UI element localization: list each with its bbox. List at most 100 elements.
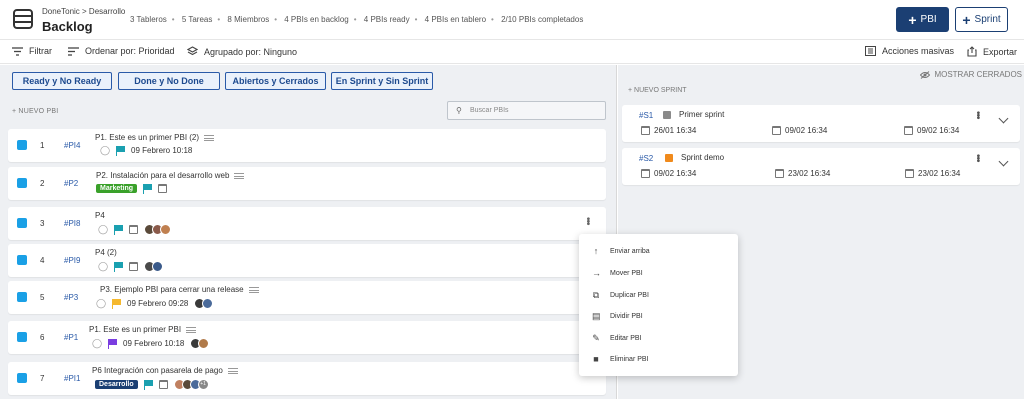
chevron-down-icon[interactable] bbox=[998, 156, 1009, 167]
menu-item-split[interactable]: ▤ Dividir PBI bbox=[592, 311, 643, 322]
tag-icon[interactable]: ◯ bbox=[98, 262, 108, 271]
pbi-title[interactable]: P1. Este es un primer PBI (2) bbox=[95, 133, 215, 142]
priority-flag-icon[interactable] bbox=[108, 339, 117, 349]
breadcrumb[interactable]: DoneTonic > Desarrollo bbox=[42, 7, 125, 16]
new-pbi-link[interactable]: + NUEVO PBI bbox=[12, 108, 58, 115]
export-button[interactable]: Exportar bbox=[967, 46, 1017, 57]
pbi-code[interactable]: #PI9 bbox=[64, 256, 80, 265]
calendar-icon[interactable] bbox=[129, 262, 138, 271]
pbi-row[interactable]: 1 #PI4 P1. Este es un primer PBI (2) ◯ 0… bbox=[8, 129, 606, 162]
sprint-card[interactable]: #S2 Sprint demo 09/02 16:34 23/02 16:34 … bbox=[622, 148, 1020, 185]
sprint-due-date[interactable]: 23/02 16:34 bbox=[905, 169, 960, 178]
group-button[interactable]: Agrupado por: Ninguno bbox=[187, 46, 297, 57]
pbi-row[interactable]: 3 #PI8 P4 ◯ ••• bbox=[8, 207, 606, 240]
menu-item-label: Duplicar PBI bbox=[610, 292, 649, 299]
assignees[interactable] bbox=[190, 338, 210, 349]
pbi-checkbox[interactable] bbox=[17, 373, 27, 383]
sprint-code[interactable]: #S2 bbox=[639, 154, 653, 163]
stat-completed: 2/10 PBIs completados bbox=[501, 15, 584, 24]
arrow-up-icon: ↑ bbox=[593, 246, 599, 256]
pbi-title[interactable]: P4 bbox=[95, 211, 105, 220]
filter-done-toggle[interactable]: Done y No Done bbox=[118, 72, 220, 90]
menu-item-move[interactable]: → Mover PBI bbox=[592, 268, 643, 278]
pbi-checkbox[interactable] bbox=[17, 140, 27, 150]
sprint-start-date[interactable]: 09/02 16:34 bbox=[641, 169, 696, 178]
pbi-title[interactable]: P4 (2) bbox=[95, 248, 117, 257]
description-icon bbox=[227, 367, 238, 374]
avatar bbox=[198, 338, 210, 349]
pbi-row[interactable]: 4 #PI9 P4 (2) ◯ bbox=[8, 244, 606, 277]
priority-flag-icon[interactable] bbox=[143, 184, 153, 194]
sprint-name[interactable]: Primer sprint bbox=[679, 110, 724, 119]
arrow-right-icon: → bbox=[592, 268, 601, 278]
pbi-title[interactable]: P3. Ejemplo PBI para cerrar una release bbox=[100, 285, 259, 294]
pbi-row[interactable]: 7 #PI1 P6 Integración con pasarela de pa… bbox=[8, 362, 606, 395]
pbi-checkbox[interactable] bbox=[17, 292, 27, 302]
pbi-row[interactable]: 6 #P1 P1. Este es un primer PBI ◯ 09 Feb… bbox=[8, 321, 606, 354]
filter-button[interactable]: Filtrar bbox=[12, 46, 52, 56]
menu-item-edit[interactable]: ✎ Editar PBI bbox=[592, 333, 641, 344]
filter-sprint-toggle[interactable]: En Sprint y Sin Sprint bbox=[331, 72, 433, 90]
priority-flag-icon[interactable] bbox=[114, 225, 123, 235]
priority-flag-icon[interactable] bbox=[116, 146, 125, 156]
priority-flag-icon[interactable] bbox=[112, 299, 121, 309]
more-options-icon[interactable]: ••• bbox=[972, 111, 983, 119]
pbi-code[interactable]: #PI1 bbox=[64, 374, 80, 383]
sprint-name[interactable]: Sprint demo bbox=[681, 153, 724, 162]
pbi-checkbox[interactable] bbox=[17, 178, 27, 188]
pbi-code[interactable]: #PI4 bbox=[64, 141, 80, 150]
new-pbi-button[interactable]: + PBI bbox=[896, 7, 949, 32]
calendar-icon[interactable] bbox=[129, 225, 138, 234]
tag-icon[interactable]: ◯ bbox=[98, 225, 108, 234]
priority-flag-icon[interactable] bbox=[143, 380, 153, 390]
pbi-code[interactable]: #P2 bbox=[64, 179, 78, 188]
filter-open-toggle[interactable]: Abiertos y Cerrados bbox=[225, 72, 326, 90]
label-chip[interactable]: Marketing bbox=[96, 184, 138, 193]
menu-item-delete[interactable]: ■ Eliminar PBI bbox=[592, 354, 648, 364]
pbi-code[interactable]: #P3 bbox=[64, 293, 78, 302]
new-sprint-button[interactable]: + Sprint bbox=[955, 7, 1008, 32]
show-closed-toggle[interactable]: MOSTRAR CERRADOS bbox=[920, 70, 1022, 79]
tag-icon[interactable]: ◯ bbox=[92, 339, 102, 348]
calendar-icon bbox=[904, 126, 913, 135]
pbi-code[interactable]: #P1 bbox=[64, 333, 78, 342]
assignees[interactable]: +1 bbox=[173, 379, 209, 390]
chevron-down-icon[interactable] bbox=[998, 113, 1009, 124]
assignees[interactable] bbox=[144, 261, 163, 272]
label-chip[interactable]: Desarrollo bbox=[95, 380, 138, 389]
pbi-title[interactable]: P6 Integración con pasarela de pago bbox=[92, 366, 238, 375]
more-options-icon[interactable]: ••• bbox=[972, 154, 983, 162]
assignees[interactable] bbox=[194, 298, 214, 309]
tag-icon[interactable]: ◯ bbox=[96, 299, 106, 308]
pbi-code[interactable]: #PI8 bbox=[64, 219, 80, 228]
sprint-start-date[interactable]: 26/01 16:34 bbox=[641, 126, 696, 135]
tag-icon[interactable]: ◯ bbox=[100, 146, 110, 155]
pbi-row[interactable]: 5 #P3 P3. Ejemplo PBI para cerrar una re… bbox=[8, 281, 606, 314]
pbi-checkbox[interactable] bbox=[17, 218, 27, 228]
pbi-checkbox[interactable] bbox=[17, 332, 27, 342]
sort-button[interactable]: Ordenar por: Prioridad bbox=[68, 46, 175, 56]
calendar-icon[interactable] bbox=[158, 380, 168, 389]
pbi-title[interactable]: P2. Instalación para el desarrollo web bbox=[96, 171, 245, 180]
new-sprint-link[interactable]: + NUEVO SPRINT bbox=[628, 87, 687, 94]
pbi-meta: ◯ 09 Febrero 09:28 bbox=[96, 298, 214, 309]
pbi-checkbox[interactable] bbox=[17, 255, 27, 265]
pbi-row[interactable]: 2 #P2 P2. Instalación para el desarrollo… bbox=[8, 167, 606, 200]
priority-flag-icon[interactable] bbox=[114, 262, 123, 272]
sprint-due-date[interactable]: 09/02 16:34 bbox=[904, 126, 959, 135]
menu-item-duplicate[interactable]: ⧉ Duplicar PBI bbox=[592, 290, 649, 301]
calendar-icon[interactable] bbox=[158, 184, 168, 193]
more-options-icon[interactable]: ••• bbox=[582, 217, 593, 225]
sprint-end-date[interactable]: 23/02 16:34 bbox=[775, 169, 830, 178]
search-placeholder: Buscar PBIs bbox=[470, 107, 509, 114]
sprint-end-date[interactable]: 09/02 16:34 bbox=[772, 126, 827, 135]
sprint-code[interactable]: #S1 bbox=[639, 111, 653, 120]
filter-ready-toggle[interactable]: Ready y No Ready bbox=[12, 72, 112, 90]
sprint-card[interactable]: #S1 Primer sprint 26/01 16:34 09/02 16:3… bbox=[622, 105, 1020, 142]
search-pbi-input[interactable]: ⚲ Buscar PBIs bbox=[447, 101, 606, 120]
menu-item-send-top[interactable]: ↑ Enviar arriba bbox=[592, 246, 650, 256]
bulk-actions-button[interactable]: Acciones masivas bbox=[865, 46, 954, 56]
pbi-title[interactable]: P1. Este es un primer PBI bbox=[89, 325, 197, 334]
page-title: Backlog bbox=[42, 19, 93, 34]
assignees[interactable] bbox=[144, 224, 171, 235]
